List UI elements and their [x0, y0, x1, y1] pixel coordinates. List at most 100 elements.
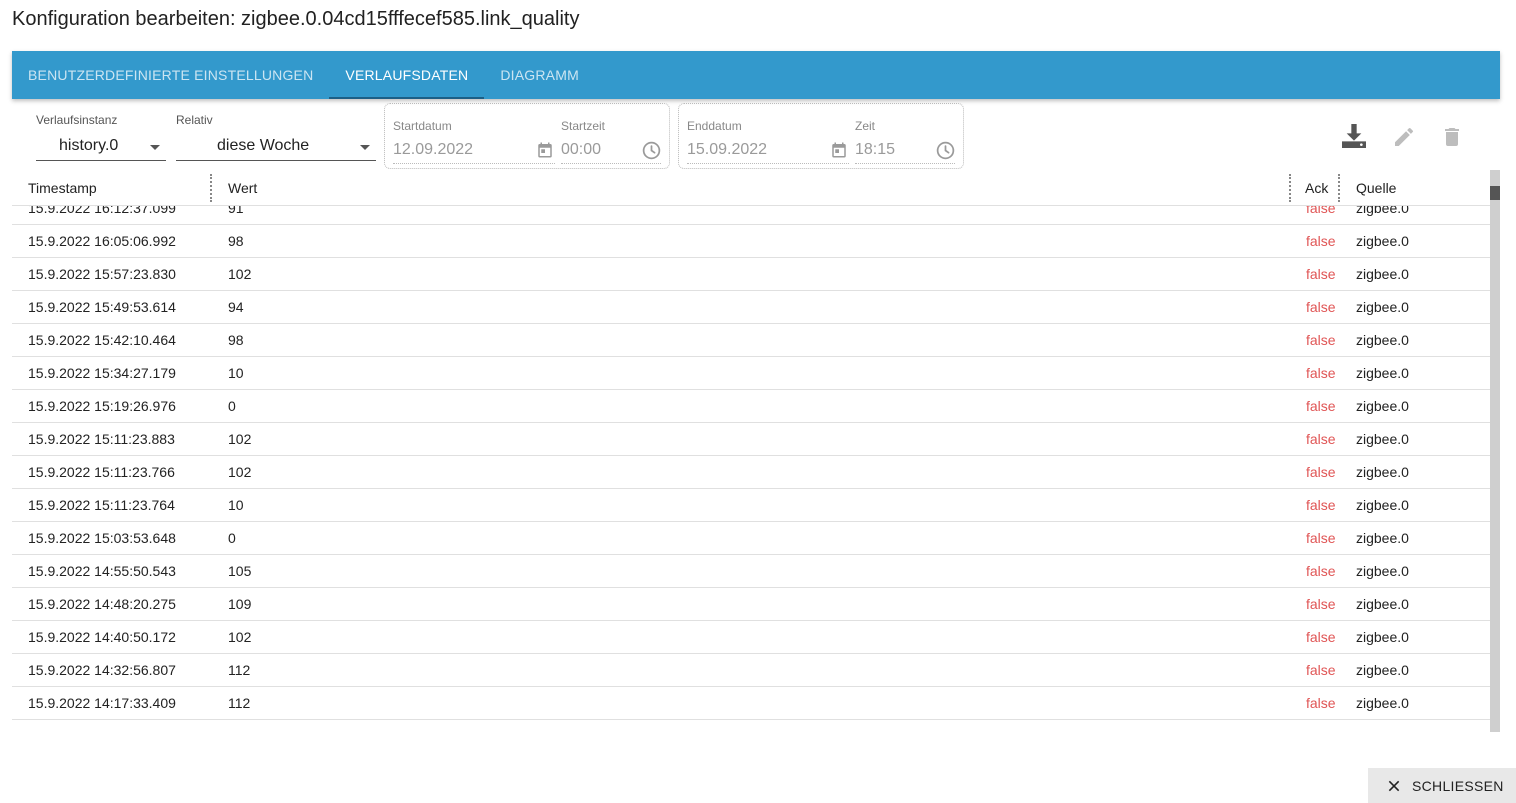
cell-source: zigbee.0: [1356, 332, 1409, 348]
calendar-icon[interactable]: [536, 141, 554, 159]
table-row[interactable]: 15.9.2022 14:40:50.172 102 false zigbee.0: [12, 621, 1490, 654]
cell-value: 105: [228, 563, 252, 579]
table-scrollbar[interactable]: [1490, 170, 1500, 732]
cell-ack: false: [1306, 233, 1336, 249]
end-range: Enddatum 15.09.2022 Zeit 18:15: [678, 103, 964, 169]
calendar-icon[interactable]: [830, 141, 848, 159]
cell-value: 109: [228, 596, 252, 612]
table-row[interactable]: 15.9.2022 14:17:33.409 112 false zigbee.0: [12, 687, 1490, 720]
table-row[interactable]: 15.9.2022 15:11:23.764 10 false zigbee.0: [12, 489, 1490, 522]
cell-value: 98: [228, 233, 244, 249]
start-range: Startdatum 12.09.2022 Startzeit 00:00: [384, 103, 670, 169]
cell-timestamp: 15.9.2022 15:11:23.764: [28, 497, 175, 513]
clock-icon[interactable]: [641, 140, 662, 161]
cell-timestamp: 15.9.2022 14:55:50.543: [28, 563, 176, 579]
end-time-label: Zeit: [855, 119, 876, 133]
table-row[interactable]: 15.9.2022 14:55:50.543 105 false zigbee.0: [12, 555, 1490, 588]
cell-value: 94: [228, 299, 244, 315]
cell-source: zigbee.0: [1356, 497, 1409, 513]
download-icon[interactable]: [1338, 120, 1370, 152]
cell-source: zigbee.0: [1356, 398, 1409, 414]
cell-timestamp: 15.9.2022 15:42:10.464: [28, 332, 176, 348]
end-date-label: Enddatum: [687, 119, 742, 133]
table-row[interactable]: 15.9.2022 15:57:23.830 102 false zigbee.0: [12, 258, 1490, 291]
cell-source: zigbee.0: [1356, 530, 1409, 546]
cell-value: 102: [228, 464, 252, 480]
history-table: 15.9.2022 16:12:37.099 91 false zigbee.0…: [12, 176, 1490, 732]
start-date-label: Startdatum: [393, 119, 452, 133]
tab-history-data[interactable]: VERLAUFSDATEN: [329, 51, 485, 99]
cell-timestamp: 15.9.2022 15:57:23.830: [28, 266, 176, 282]
table-row[interactable]: 15.9.2022 15:19:26.976 0 false zigbee.0: [12, 390, 1490, 423]
scrollbar-thumb[interactable]: [1490, 186, 1500, 200]
cell-source: zigbee.0: [1356, 299, 1409, 315]
table-row[interactable]: 15.9.2022 14:48:20.275 109 false zigbee.0: [12, 588, 1490, 621]
cell-source: zigbee.0: [1356, 464, 1409, 480]
close-button[interactable]: SCHLIESSEN: [1368, 768, 1516, 803]
relative-value: diese Woche: [217, 137, 310, 154]
start-time-input[interactable]: 00:00: [561, 141, 601, 159]
cell-timestamp: 15.9.2022 15:11:23.766: [28, 464, 175, 480]
column-header-source[interactable]: Quelle: [1356, 170, 1396, 206]
instance-value: history.0: [59, 137, 119, 154]
table-header: Timestamp Wert Ack Quelle: [12, 170, 1490, 206]
table-row[interactable]: 15.9.2022 15:49:53.614 94 false zigbee.0: [12, 291, 1490, 324]
history-toolbar: Verlaufsinstanz history.0 Relativ diese …: [12, 100, 1500, 170]
instance-select[interactable]: history.0: [36, 135, 166, 161]
cell-ack: false: [1306, 332, 1336, 348]
table-row[interactable]: 15.9.2022 15:42:10.464 98 false zigbee.0: [12, 324, 1490, 357]
dialog-title: Konfiguration bearbeiten: zigbee.0.04cd1…: [12, 8, 580, 30]
cell-source: zigbee.0: [1356, 266, 1409, 282]
cell-timestamp: 15.9.2022 14:40:50.172: [28, 629, 176, 645]
clock-icon[interactable]: [935, 140, 956, 161]
end-date-input[interactable]: 15.09.2022: [687, 141, 767, 159]
end-date-underline: [687, 163, 849, 164]
column-resize-handle[interactable]: [1338, 174, 1340, 202]
end-time-input[interactable]: 18:15: [855, 141, 895, 159]
relative-select[interactable]: diese Woche: [176, 135, 376, 161]
cell-timestamp: 15.9.2022 16:05:06.992: [28, 233, 176, 249]
column-resize-handle[interactable]: [1289, 174, 1291, 202]
cell-ack: false: [1306, 365, 1336, 381]
cell-timestamp: 15.9.2022 15:19:26.976: [28, 398, 176, 414]
cell-value: 10: [228, 497, 244, 513]
tab-custom-settings[interactable]: BENUTZERDEFINIERTE EINSTELLUNGEN: [12, 51, 329, 99]
instance-label: Verlaufsinstanz: [36, 113, 118, 127]
table-row[interactable]: 15.9.2022 15:03:53.648 0 false zigbee.0: [12, 522, 1490, 555]
cell-timestamp: 15.9.2022 15:11:23.883: [28, 431, 175, 447]
edit-icon[interactable]: [1392, 125, 1416, 149]
table-row[interactable]: 15.9.2022 14:32:56.807 112 false zigbee.0: [12, 654, 1490, 687]
cell-ack: false: [1306, 398, 1336, 414]
cell-ack: false: [1306, 629, 1336, 645]
tab-bar: BENUTZERDEFINIERTE EINSTELLUNGEN VERLAUF…: [12, 51, 1500, 99]
cell-source: zigbee.0: [1356, 596, 1409, 612]
tab-chart[interactable]: DIAGRAMM: [484, 51, 595, 99]
column-header-ack[interactable]: Ack: [1305, 170, 1328, 206]
table-row[interactable]: 15.9.2022 15:11:23.766 102 false zigbee.0: [12, 456, 1490, 489]
cell-source: zigbee.0: [1356, 695, 1409, 711]
table-row[interactable]: 15.9.2022 15:11:23.883 102 false zigbee.0: [12, 423, 1490, 456]
column-header-timestamp[interactable]: Timestamp: [28, 170, 97, 206]
close-button-label: SCHLIESSEN: [1412, 777, 1504, 794]
start-time-underline: [561, 163, 661, 164]
table-row[interactable]: 15.9.2022 15:34:27.179 10 false zigbee.0: [12, 357, 1490, 390]
cell-timestamp: 15.9.2022 14:32:56.807: [28, 662, 176, 678]
end-time-underline: [855, 163, 955, 164]
column-resize-handle[interactable]: [210, 174, 212, 202]
cell-value: 0: [228, 398, 236, 414]
cell-source: zigbee.0: [1356, 233, 1409, 249]
start-date-input[interactable]: 12.09.2022: [393, 141, 473, 159]
column-header-value[interactable]: Wert: [228, 170, 257, 206]
cell-value: 112: [228, 662, 251, 678]
cell-source: zigbee.0: [1356, 662, 1409, 678]
cell-ack: false: [1306, 563, 1336, 579]
chevron-down-icon: [360, 145, 370, 150]
cell-source: zigbee.0: [1356, 563, 1409, 579]
cell-source: zigbee.0: [1356, 629, 1409, 645]
start-time-label: Startzeit: [561, 119, 606, 133]
cell-value: 102: [228, 431, 252, 447]
cell-ack: false: [1306, 596, 1336, 612]
delete-icon[interactable]: [1440, 125, 1464, 149]
table-row[interactable]: 15.9.2022 16:05:06.992 98 false zigbee.0: [12, 225, 1490, 258]
history-rows: 15.9.2022 16:12:37.099 91 false zigbee.0…: [12, 192, 1490, 720]
